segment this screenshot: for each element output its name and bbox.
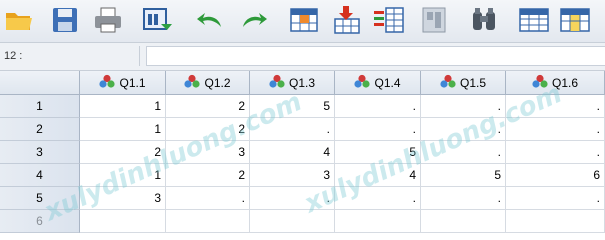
column-header-label: Q1.5 — [459, 75, 486, 90]
insert-variable-icon[interactable] — [558, 4, 592, 36]
scale-variable-icon — [184, 74, 201, 91]
table-cell[interactable]: . — [335, 187, 421, 210]
table-cell[interactable]: 5 — [335, 141, 421, 164]
table-cell[interactable]: 5 — [421, 164, 506, 187]
table-cell[interactable] — [166, 210, 250, 233]
table-cell[interactable]: . — [506, 141, 605, 164]
table-cell[interactable]: 1 — [80, 118, 166, 141]
table-cell[interactable]: . — [250, 118, 335, 141]
column-header-label: Q1.3 — [288, 75, 315, 90]
table-cell[interactable]: 2 — [166, 95, 250, 118]
table-cell[interactable] — [506, 210, 605, 233]
column-header-label: Q1.2 — [204, 75, 231, 90]
run-descriptives-icon[interactable] — [417, 4, 451, 36]
table-cell[interactable]: 4 — [335, 164, 421, 187]
scale-variable-icon — [269, 74, 285, 91]
table-cell[interactable]: . — [421, 95, 506, 118]
grid-corner[interactable] — [0, 71, 80, 95]
row-header[interactable]: 6 — [0, 210, 80, 233]
scale-variable-icon — [532, 74, 548, 91]
row-header[interactable]: 4 — [0, 164, 80, 187]
variables-icon[interactable] — [372, 4, 406, 36]
table-cell[interactable]: . — [506, 118, 605, 141]
cell-value-input[interactable] — [146, 46, 605, 66]
recall-dialog-icon[interactable] — [140, 4, 174, 36]
table-cell[interactable] — [421, 210, 506, 233]
table-cell[interactable]: . — [506, 187, 605, 210]
row-header[interactable]: 1 — [0, 95, 80, 118]
table-cell[interactable]: . — [421, 118, 506, 141]
row-header[interactable]: 3 — [0, 141, 80, 164]
table-cell[interactable]: 3 — [166, 141, 250, 164]
scale-variable-icon — [440, 74, 456, 91]
table-cell[interactable]: . — [506, 95, 605, 118]
print-icon[interactable] — [91, 4, 125, 36]
find-icon[interactable] — [467, 4, 501, 36]
table-cell[interactable]: 5 — [250, 95, 335, 118]
column-header[interactable]: Q1.1 — [80, 71, 166, 95]
toolbar — [0, 0, 605, 43]
column-header[interactable]: Q1.4 — [335, 71, 421, 95]
open-folder-icon[interactable] — [2, 4, 36, 36]
table-cell[interactable]: . — [335, 95, 421, 118]
table-cell[interactable]: 3 — [250, 164, 335, 187]
table-cell[interactable]: 2 — [80, 141, 166, 164]
go-to-variable-icon[interactable] — [329, 4, 363, 36]
table-cell[interactable]: 2 — [166, 164, 250, 187]
insert-cases-icon[interactable] — [517, 4, 551, 36]
table-cell[interactable] — [335, 210, 421, 233]
table-cell[interactable] — [250, 210, 335, 233]
table-cell[interactable]: 1 — [80, 164, 166, 187]
row-header[interactable]: 5 — [0, 187, 80, 210]
data-grid: Q1.1 Q1.2 Q1.3 Q1.4 Q1.5 Q1.6 1125...212....3… — [0, 71, 605, 233]
undo-icon[interactable] — [193, 4, 227, 36]
table-cell[interactable]: 1 — [80, 95, 166, 118]
table-cell[interactable]: 6 — [506, 164, 605, 187]
table-cell[interactable]: . — [250, 187, 335, 210]
table-cell[interactable]: . — [421, 141, 506, 164]
table-cell[interactable]: 3 — [80, 187, 166, 210]
cell-editor-bar: 12 : — [0, 43, 605, 71]
scale-variable-icon — [99, 74, 116, 91]
column-header[interactable]: Q1.5 — [421, 71, 506, 95]
go-to-case-icon[interactable] — [287, 4, 321, 36]
column-header[interactable]: Q1.3 — [250, 71, 335, 95]
redo-icon[interactable] — [237, 4, 271, 36]
table-cell[interactable]: . — [421, 187, 506, 210]
table-cell[interactable]: . — [166, 187, 250, 210]
table-cell[interactable]: . — [335, 118, 421, 141]
scale-variable-icon — [354, 74, 371, 91]
column-header-label: Q1.6 — [551, 75, 578, 90]
table-cell[interactable] — [80, 210, 166, 233]
column-header[interactable]: Q1.6 — [506, 71, 605, 95]
column-header-label: Q1.1 — [119, 75, 146, 90]
save-icon[interactable] — [48, 4, 82, 36]
column-header-label: Q1.4 — [374, 75, 401, 90]
column-header[interactable]: Q1.2 — [166, 71, 250, 95]
row-header[interactable]: 2 — [0, 118, 80, 141]
table-cell[interactable]: 4 — [250, 141, 335, 164]
table-cell[interactable]: 2 — [166, 118, 250, 141]
cell-reference-label: 12 : — [0, 46, 140, 66]
